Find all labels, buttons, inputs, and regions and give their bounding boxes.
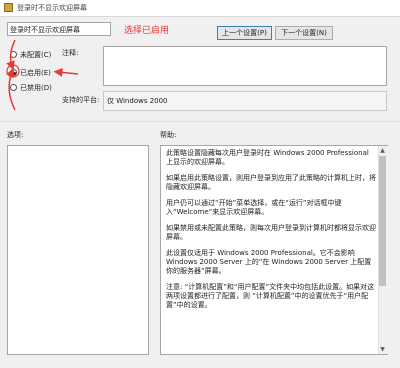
policy-app-icon [4, 3, 13, 12]
radio-enabled[interactable] [10, 69, 17, 76]
help-pane: 此策略设置隐藏每次用户登录时在 Windows 2000 Professiona… [160, 145, 388, 355]
options-label: 选项: [7, 131, 24, 139]
divider [0, 121, 400, 122]
help-paragraph: 注意: “计算机配置”和“用户配置”文件夹中均包括此设置。如果对这两项设置都进行… [166, 283, 375, 309]
previous-setting-button[interactable]: 上一个设置(P) [217, 26, 272, 40]
help-paragraph: 用户仍可以通过“开始”菜单选择，或在“运行”对话框中键入“Welcome”来显示… [166, 199, 342, 216]
help-text: 此策略设置隐藏每次用户登录时在 Windows 2000 Professiona… [166, 149, 376, 317]
radio-not-configured-label[interactable]: 未配置(C) [20, 50, 51, 60]
setting-name: 登录时不显示欢迎屏幕 [10, 26, 80, 34]
arrow-left-icon [53, 67, 79, 77]
scrollbar-thumb[interactable] [379, 156, 386, 286]
help-paragraph: 如果启用此策略设置，则用户登录到应用了此策略的计算机上时，将隐藏欢迎屏幕。 [166, 174, 376, 191]
radio-enabled-label[interactable]: 已启用(E) [20, 68, 51, 78]
scroll-down-arrow-icon[interactable]: ▼ [379, 346, 386, 353]
arrow-up-icon [6, 67, 16, 111]
radio-not-configured[interactable] [10, 51, 17, 58]
comment-label: 注释: [62, 49, 79, 57]
radio-disabled[interactable] [10, 84, 17, 91]
supported-platform-label: 支持的平台: [62, 96, 100, 104]
help-paragraph: 如果禁用或未配置此策略，则每次用户登录到计算机时都将显示欢迎屏幕。 [166, 224, 376, 241]
help-label: 帮助: [160, 131, 177, 139]
options-pane [7, 145, 149, 355]
comment-textarea[interactable] [103, 46, 387, 86]
window-title: 登录时不显示欢迎屏幕 [17, 4, 87, 12]
next-setting-button[interactable]: 下一个设置(N) [275, 26, 333, 40]
help-paragraph: 此设置仅适用于 Windows 2000 Professional。它不会影响 … [166, 249, 372, 275]
annotation-text: 选择已启用 [124, 26, 170, 36]
radio-disabled-label[interactable]: 已禁用(D) [20, 83, 52, 93]
supported-platform-value: 仅 Windows 2000 [107, 97, 168, 105]
scroll-up-arrow-icon[interactable]: ▲ [379, 147, 386, 154]
help-paragraph: 此策略设置隐藏每次用户登录时在 Windows 2000 Professiona… [166, 149, 369, 166]
